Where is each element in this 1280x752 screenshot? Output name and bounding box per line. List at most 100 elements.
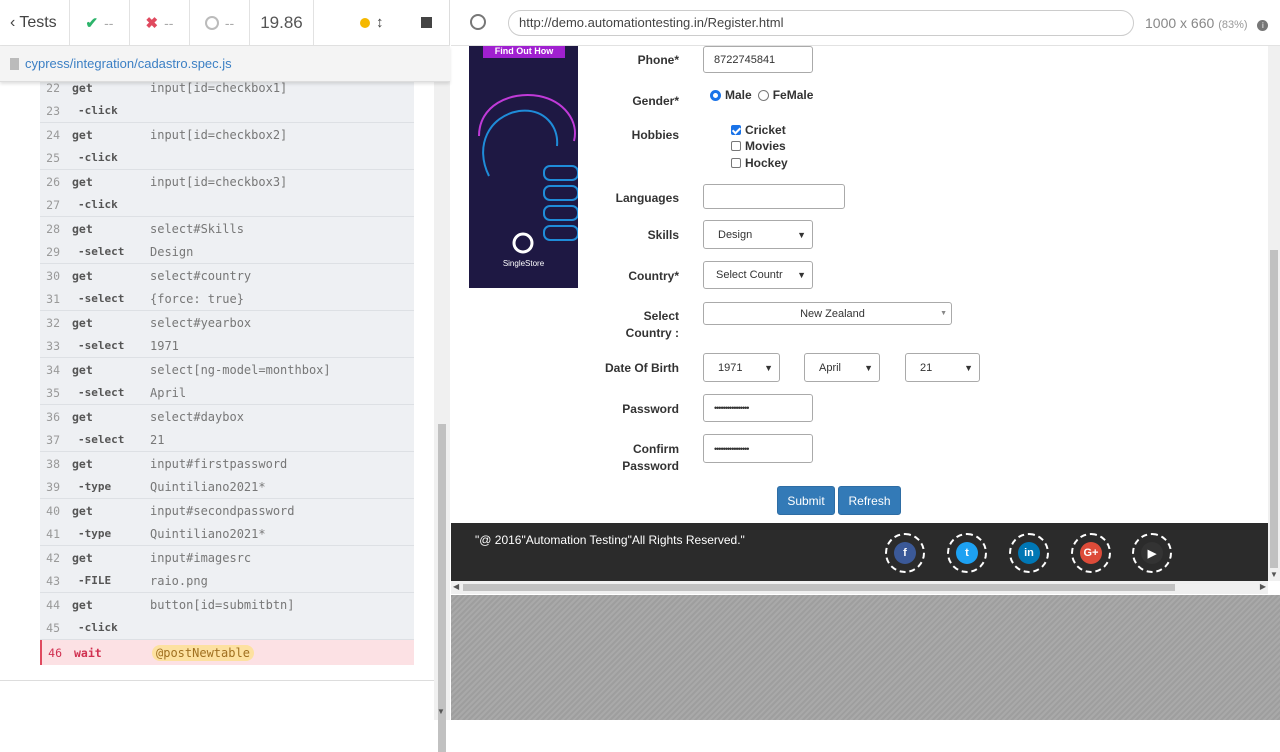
command-message: raio.png [150,573,208,588]
command-number: 27 [46,197,60,212]
hobby-movies[interactable]: Movies [731,139,786,153]
command-message: button[id=submitbtn] [150,597,295,612]
ad-button[interactable]: Find Out How [483,46,565,58]
command-row[interactable]: 23 -click [40,100,414,123]
command-row[interactable]: 26 get input[id=checkbox3] [40,170,414,194]
dob-year-select[interactable]: 1971 ▼ [703,353,780,382]
hockey-checkbox[interactable] [731,158,741,168]
command-log-scrollbar[interactable]: ▲ ▼ [434,46,450,752]
command-row[interactable]: 36 get select#daybox [40,405,414,429]
female-radio[interactable] [757,89,769,101]
hobby-cricket[interactable]: Cricket [731,123,786,137]
command-row[interactable]: 37 -select 21 [40,429,414,452]
command-row[interactable]: 28 get select#Skills [40,217,414,241]
command-name: -select [78,339,125,353]
scroll-down-icon[interactable]: ▼ [1270,570,1278,579]
dob-label: Date Of Birth [604,361,679,375]
command-number: 44 [46,597,60,612]
scroll-left-icon[interactable]: ◀ [453,582,459,591]
command-row[interactable]: 40 get input#secondpassword [40,499,414,523]
command-row[interactable]: 35 -select April [40,382,414,405]
country-select[interactable]: Select Countr ▼ [703,261,813,289]
refresh-button[interactable]: Refresh [838,486,901,515]
command-name: -click [78,621,118,635]
panel-divider [0,680,434,681]
command-message: Quintiliano2021* [150,479,266,494]
scroll-thumb[interactable] [438,424,446,752]
command-row[interactable]: 45 -click [40,617,414,640]
tests-button[interactable]: ‹ Tests [0,0,70,45]
vertical-scroll-thumb[interactable] [1270,250,1278,568]
command-number: 35 [46,385,60,400]
submit-button[interactable]: Submit [777,486,835,515]
hockey-label: Hockey [745,156,788,170]
x-icon: ✖ [145,14,159,32]
dob-day-select[interactable]: 21 ▼ [905,353,980,382]
scroll-toggle-icon[interactable]: ↕ [376,14,384,31]
horizontal-scroll-thumb[interactable] [463,584,1175,591]
twitter-link[interactable]: t [947,533,987,573]
facebook-link[interactable]: f [885,533,925,573]
failed-count: ✖ -- [130,0,190,45]
passed-value: -- [104,14,114,31]
command-row[interactable]: 29 -select Design [40,241,414,264]
languages-input[interactable] [703,184,845,209]
command-name: get [72,268,93,283]
command-row-error[interactable]: 46 wait @postNewtable [40,640,414,665]
command-row[interactable]: 30 get select#country [40,264,414,288]
password-input[interactable]: •••••••••••••••• [703,394,813,422]
spec-path-link[interactable]: cypress/integration/cadastro.spec.js [25,56,232,71]
advertisement-banner[interactable]: Find Out How SingleStore [469,46,578,288]
chevron-left-icon: ‹ [10,13,16,31]
aut-horizontal-scrollbar[interactable]: ◀ ▶ [451,581,1268,594]
chevron-down-icon: ▼ [797,270,806,280]
confirm-password-input[interactable]: •••••••••••••••• [703,434,813,463]
linkedin-link[interactable]: in [1009,533,1049,573]
hobby-hockey[interactable]: Hockey [731,156,788,170]
command-row[interactable]: 24 get input[id=checkbox2] [40,123,414,147]
command-row[interactable]: 33 -select 1971 [40,335,414,358]
password-label: Password [622,402,679,416]
command-row[interactable]: 31 -select {force: true} [40,288,414,311]
gender-male[interactable]: Male FeMale [710,88,813,102]
command-name: get [72,80,93,95]
scroll-right-icon[interactable]: ▶ [1260,582,1266,591]
select-country-label-line1: Select [643,309,679,323]
command-name: -FILE [78,574,112,588]
command-row[interactable]: 27 -click [40,194,414,217]
command-number: 32 [46,315,60,330]
info-icon[interactable]: i [1257,20,1269,31]
cricket-checkbox[interactable] [731,125,741,135]
command-row[interactable]: 39 -type Quintiliano2021* [40,476,414,499]
youtube-link[interactable]: ▶ [1132,533,1172,573]
command-number: 41 [46,526,60,541]
command-row[interactable]: 41 -type Quintiliano2021* [40,523,414,546]
command-message: select#daybox [150,409,244,424]
phone-input[interactable]: 8722745841 [703,46,813,73]
file-icon [10,57,19,70]
scroll-down-icon[interactable]: ▼ [437,707,445,716]
command-row[interactable]: 38 get input#firstpassword [40,452,414,476]
skills-select[interactable]: Design ▼ [703,220,813,249]
command-row[interactable]: 34 get select[ng-model=monthbox] [40,358,414,382]
command-message: input[id=checkbox2] [150,127,288,142]
movies-checkbox[interactable] [731,141,741,151]
command-row[interactable]: 32 get select#yearbox [40,311,414,335]
aut-header: http://demo.automationtesting.in/Registe… [451,0,1280,46]
stop-icon[interactable] [421,17,432,28]
select-country-combobox[interactable]: New Zealand ▼ [703,302,952,325]
command-row[interactable]: 43 -FILE raio.png [40,570,414,593]
google-plus-link[interactable]: G+ [1071,533,1111,573]
command-message: input#secondpassword [150,503,295,518]
command-row[interactable]: 44 get button[id=submitbtn] [40,593,414,617]
url-field[interactable]: http://demo.automationtesting.in/Registe… [508,10,1134,36]
aut-vertical-scrollbar[interactable]: ▼ [1268,46,1280,581]
command-number: 22 [46,80,60,95]
chevron-down-icon: ▼ [964,362,973,373]
command-row[interactable]: 42 get input#imagesrc [40,546,414,570]
dob-month-select[interactable]: April ▼ [804,353,880,382]
selector-playground-icon[interactable] [470,14,486,30]
command-number: 24 [46,127,60,142]
male-radio[interactable] [710,89,721,101]
command-row[interactable]: 25 -click [40,147,414,170]
